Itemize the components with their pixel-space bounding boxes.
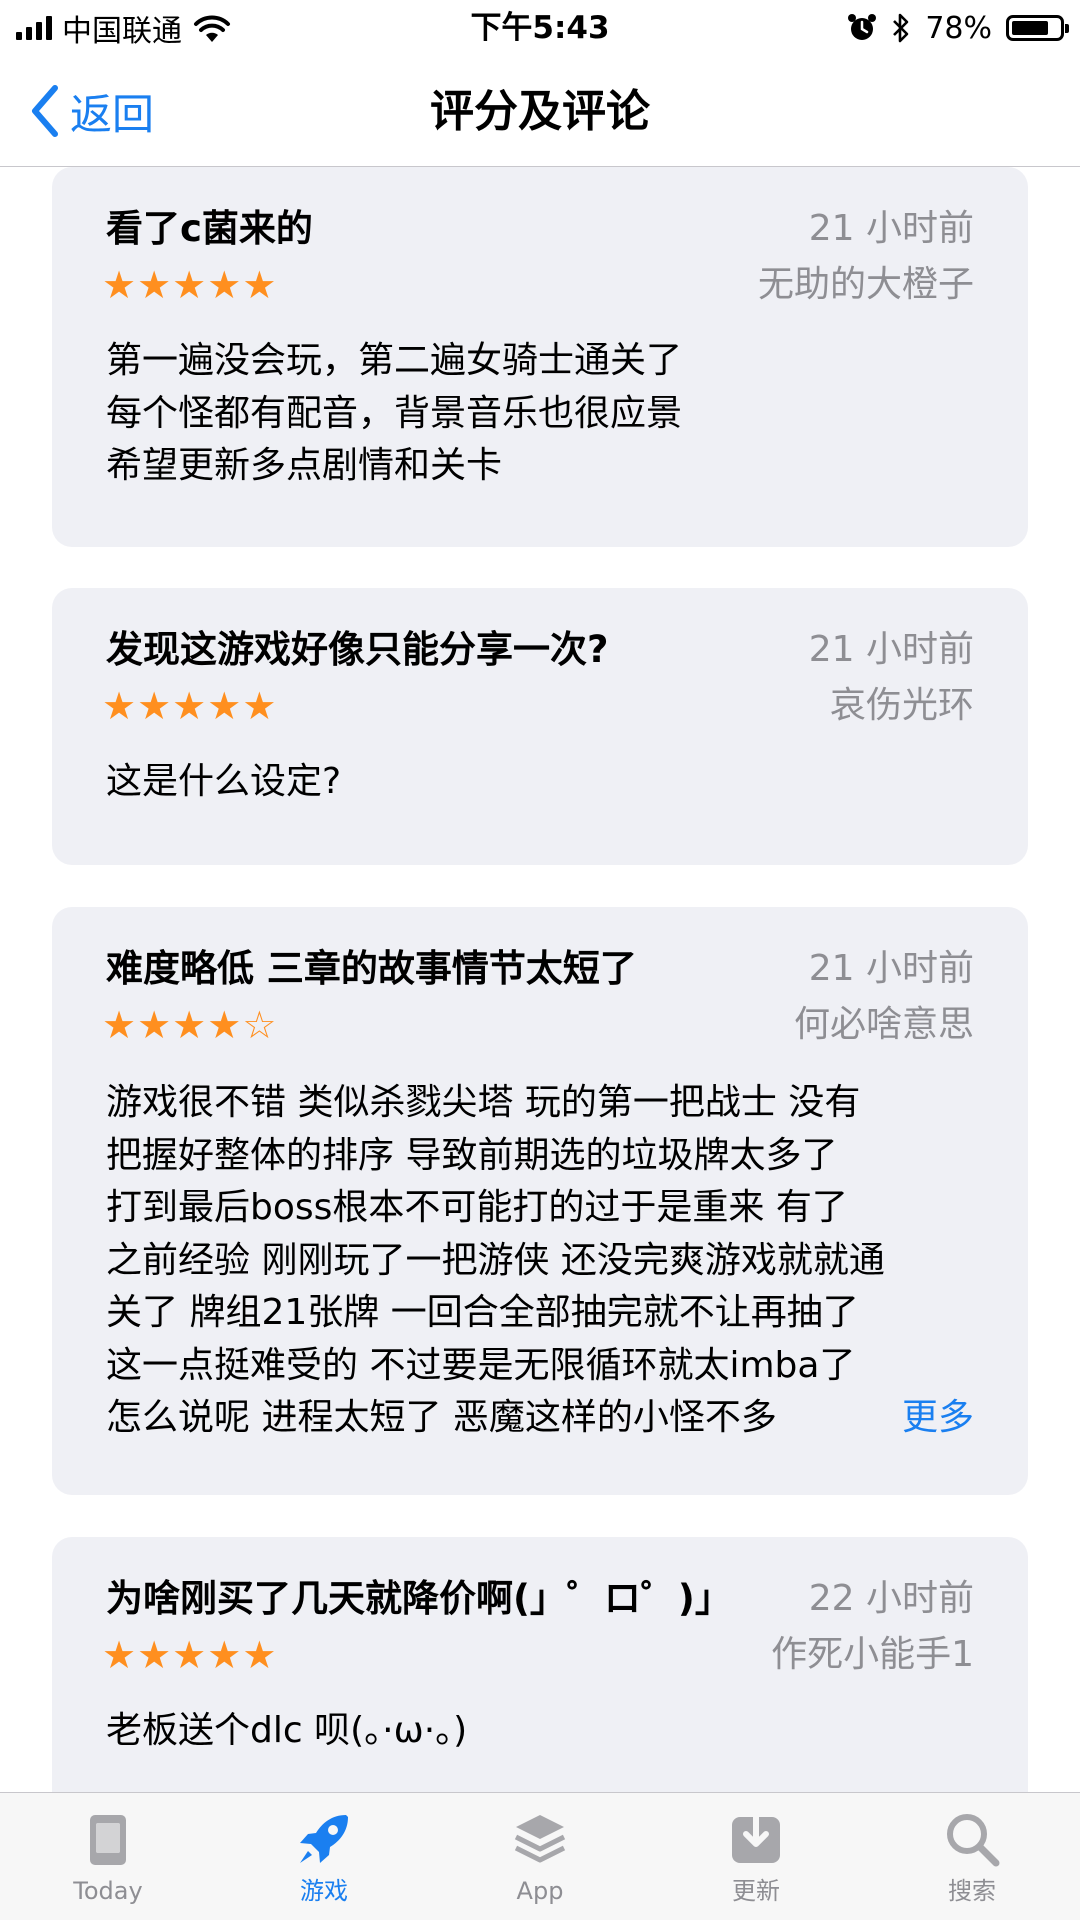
- review-body: 老板送个dlc 呗(。·ω·。): [106, 1705, 986, 1758]
- tab-games[interactable]: 游戏: [216, 1793, 432, 1920]
- star-filled-icon: ★: [137, 1003, 172, 1047]
- app-store-ratings-screen: 中国联通 下午5:43 78% 返回 评分及评论 看了c菌来的 21 小时前 无…: [0, 0, 1080, 1920]
- tab-label: App: [516, 1877, 564, 1905]
- tab-label: 更新: [732, 1877, 780, 1905]
- review-body: 这是什么设定?: [106, 756, 986, 809]
- review-body-line: 老板送个dlc 呗(。·ω·。): [106, 1710, 468, 1751]
- review-card[interactable]: 难度略低 三章的故事情节太短了 21 小时前 何必啥意思 ★ ★ ★ ★ ☆ 游戏很不错…: [52, 907, 1028, 1495]
- updates-icon: [732, 1808, 780, 1863]
- review-title: 为啥刚买了几天就降价啊(」゜ロ゜)」: [106, 1577, 732, 1620]
- review-body-line: 把握好整体的排序 导致前期选的垃圾牌太多了: [106, 1134, 838, 1176]
- star-rating: ★ ★ ★ ★ ★: [102, 1633, 276, 1677]
- star-filled-icon: ★: [102, 1633, 137, 1677]
- review-author: 何必啥意思: [793, 1004, 974, 1045]
- review-body-line: 这是什么设定?: [106, 761, 342, 802]
- tab-label: 游戏: [300, 1877, 348, 1905]
- review-card[interactable]: 为啥刚买了几天就降价啊(」゜ロ゜)」 22 小时前 作死小能手1 ★ ★ ★ ★ ★ 老…: [52, 1537, 1028, 1792]
- star-filled-icon: ★: [242, 1633, 277, 1677]
- star-filled-icon: ★: [172, 1633, 207, 1677]
- star-filled-icon: ★: [172, 1003, 207, 1047]
- review-date: 21 小时前: [808, 208, 974, 249]
- status-bar: 中国联通 下午5:43 78%: [0, 0, 1080, 56]
- truncated-text: 怎么说呢 进程太短了 恶魔这样的小怪不多: [106, 1397, 777, 1438]
- review-card[interactable]: 看了c菌来的 21 小时前 无助的大橙子 ★ ★ ★ ★ ★ 第一遍没会玩，第二遍女骑士…: [52, 167, 1028, 547]
- star-filled-icon: ★: [207, 1003, 242, 1047]
- tab-label: Today: [73, 1877, 143, 1905]
- search-icon: [947, 1814, 1000, 1867]
- star-filled-icon: ★: [242, 263, 277, 307]
- review-title: 发现这游戏好像只能分享一次?: [106, 628, 609, 671]
- battery-percent: 78%: [925, 10, 992, 46]
- star-rating: ★ ★ ★ ★ ★: [102, 684, 276, 728]
- review-body-line: 打到最后boss根本不可能打的过于是重来 有了: [106, 1187, 848, 1228]
- star-filled-icon: ★: [137, 263, 172, 307]
- star-filled-icon: ★: [102, 263, 137, 307]
- review-date: 22 小时前: [808, 1578, 974, 1619]
- star-filled-icon: ★: [137, 1633, 172, 1677]
- review-author: 无助的大橙子: [757, 264, 974, 305]
- star-empty-icon: ☆: [242, 1003, 277, 1047]
- tab-label: 搜索: [948, 1877, 996, 1905]
- star-filled-icon: ★: [207, 263, 242, 307]
- tab-bar: Today 游戏 App 更新 搜索: [0, 1792, 1080, 1920]
- star-filled-icon: ★: [172, 684, 207, 728]
- truncated-line: 怎么说呢 进程太短了 恶魔这样的小怪不多 更多: [106, 1392, 974, 1445]
- page-title: 评分及评论: [430, 86, 650, 137]
- star-filled-icon: ★: [102, 684, 137, 728]
- review-title: 看了c菌来的: [106, 207, 313, 250]
- alarm-icon: [848, 14, 877, 40]
- review-body-line: 之前经验 刚刚玩了一把游侠 还没完爽游戏就就通: [106, 1239, 885, 1281]
- star-filled-icon: ★: [102, 1003, 137, 1047]
- star-rating: ★ ★ ★ ★ ☆: [102, 1003, 276, 1047]
- review-body-line: 希望更新多点剧情和关卡: [106, 445, 503, 486]
- review-title: 难度略低 三章的故事情节太短了: [106, 947, 637, 990]
- review-body-line: 这一点挺难受的 不过要是无限循环就太imba了: [106, 1344, 856, 1386]
- review-body: 游戏很不错 类似杀戮尖塔 玩的第一把战士 没有 把握好整体的排序 导致前期选的垃…: [106, 1077, 986, 1445]
- star-filled-icon: ★: [207, 684, 242, 728]
- review-date: 21 小时前: [808, 948, 974, 989]
- review-author: 哀伤光环: [829, 685, 974, 726]
- star-filled-icon: ★: [242, 684, 277, 728]
- review-date: 21 小时前: [808, 629, 974, 670]
- review-body-line: 关了 牌组21张牌 一回合全部抽完就不让再抽了: [106, 1292, 859, 1333]
- tab-apps[interactable]: App: [432, 1793, 648, 1920]
- review-list[interactable]: 看了c菌来的 21 小时前 无助的大橙子 ★ ★ ★ ★ ★ 第一遍没会玩，第二遍女骑士…: [0, 167, 1080, 1792]
- review-body: 第一遍没会玩，第二遍女骑士通关了 每个怪都有配音，背景音乐也很应景 希望更新多点…: [106, 335, 986, 493]
- app-stack-icon: [514, 1815, 566, 1863]
- review-card[interactable]: 发现这游戏好像只能分享一次? 21 小时前 哀伤光环 ★ ★ ★ ★ ★ 这是什么设定?: [52, 588, 1028, 865]
- bluetooth-icon: [893, 13, 909, 43]
- more-link[interactable]: 更多: [891, 1392, 974, 1445]
- review-body-line: 每个怪都有配音，背景音乐也很应景: [106, 392, 683, 434]
- review-author: 作死小能手1: [771, 1634, 974, 1675]
- battery-fill: [1012, 21, 1048, 35]
- rocket-icon: [300, 1815, 348, 1863]
- today-icon: [90, 1815, 126, 1865]
- review-body-line: 第一遍没会玩，第二遍女骑士通关了: [106, 340, 683, 381]
- tab-today[interactable]: Today: [0, 1793, 216, 1920]
- navigation-bar: 返回 评分及评论: [0, 56, 1080, 167]
- tab-search[interactable]: 搜索: [864, 1793, 1080, 1920]
- star-filled-icon: ★: [172, 263, 207, 307]
- star-filled-icon: ★: [137, 684, 172, 728]
- review-body-line: 游戏很不错 类似杀戮尖塔 玩的第一把战士 没有: [106, 1082, 861, 1123]
- battery-icon: [1006, 15, 1069, 41]
- tab-updates[interactable]: 更新: [648, 1793, 864, 1920]
- star-rating: ★ ★ ★ ★ ★: [102, 263, 276, 307]
- status-right: 78%: [847, 8, 1069, 48]
- star-filled-icon: ★: [207, 1633, 242, 1677]
